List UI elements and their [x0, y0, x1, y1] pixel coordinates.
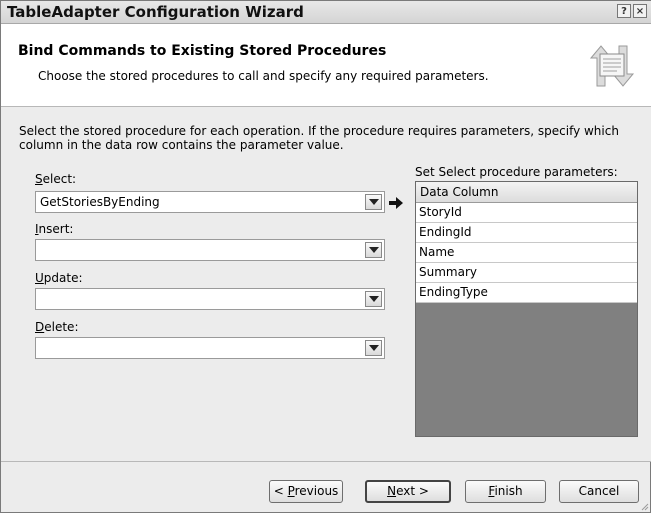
update-label-key: U: [35, 271, 44, 285]
params-label: Set Select procedure parameters:: [415, 165, 618, 179]
chevron-down-icon: [369, 345, 379, 351]
previous-button[interactable]: < Previous: [269, 480, 343, 503]
wizard-header: Bind Commands to Existing Stored Procedu…: [1, 24, 651, 107]
instructions-text: Select the stored procedure for each ope…: [19, 124, 619, 152]
wizard-window: TableAdapter Configuration Wizard ? × Bi…: [0, 0, 651, 513]
chevron-down-icon: [369, 247, 379, 253]
finish-button-rest: inish: [494, 484, 523, 498]
select-procedure-combo[interactable]: GetStoriesByEnding: [35, 191, 385, 213]
previous-button-key: P: [287, 484, 295, 498]
previous-button-prefix: <: [273, 484, 288, 498]
select-label-key: S: [35, 172, 43, 186]
update-label: Update:: [35, 271, 83, 285]
arrow-right-icon: [389, 197, 403, 209]
select-label-rest: elect:: [42, 172, 77, 186]
grid-column-header[interactable]: Data Column: [416, 182, 637, 203]
previous-button-rest: revious: [294, 484, 339, 498]
next-button-key: N: [387, 484, 397, 498]
parameters-grid[interactable]: Data Column StoryId EndingId Name Summar…: [415, 181, 638, 437]
footer-divider: [1, 461, 651, 462]
next-button[interactable]: Next >: [365, 480, 451, 503]
insert-procedure-combo[interactable]: [35, 239, 385, 261]
delete-label-rest: elete:: [44, 320, 79, 334]
close-button[interactable]: ×: [633, 4, 647, 18]
next-button-rest: ext >: [396, 484, 429, 498]
update-dropdown-button[interactable]: [365, 291, 382, 307]
chevron-down-icon: [369, 199, 379, 205]
update-procedure-combo[interactable]: [35, 288, 385, 310]
delete-label: Delete:: [35, 320, 78, 334]
window-title: TableAdapter Configuration Wizard: [7, 3, 304, 21]
insert-label: Insert:: [35, 222, 73, 236]
select-procedure-value: GetStoriesByEnding: [40, 195, 160, 209]
chevron-down-icon: [369, 296, 379, 302]
delete-procedure-combo[interactable]: [35, 337, 385, 359]
update-label-rest: pdate:: [43, 271, 83, 285]
page-subtitle: Choose the stored procedures to call and…: [38, 69, 489, 83]
select-label: Select:: [35, 172, 76, 186]
delete-label-key: D: [35, 320, 45, 334]
wizard-arrows-icon: [589, 45, 635, 87]
grid-row[interactable]: Summary: [416, 263, 637, 283]
grid-row[interactable]: StoryId: [416, 203, 637, 223]
help-button[interactable]: ?: [617, 4, 631, 18]
grid-row[interactable]: EndingId: [416, 223, 637, 243]
finish-button[interactable]: Finish: [465, 480, 546, 503]
page-title: Bind Commands to Existing Stored Procedu…: [18, 43, 387, 59]
cancel-button[interactable]: Cancel: [559, 480, 639, 503]
grid-row[interactable]: Name: [416, 243, 637, 263]
select-dropdown-button[interactable]: [365, 194, 382, 210]
grid-row[interactable]: EndingType: [416, 283, 637, 303]
title-bar[interactable]: TableAdapter Configuration Wizard ? ×: [1, 1, 651, 24]
insert-label-rest: nsert:: [38, 222, 74, 236]
resize-grip-icon[interactable]: [639, 501, 649, 511]
delete-dropdown-button[interactable]: [365, 340, 382, 356]
insert-dropdown-button[interactable]: [365, 242, 382, 258]
